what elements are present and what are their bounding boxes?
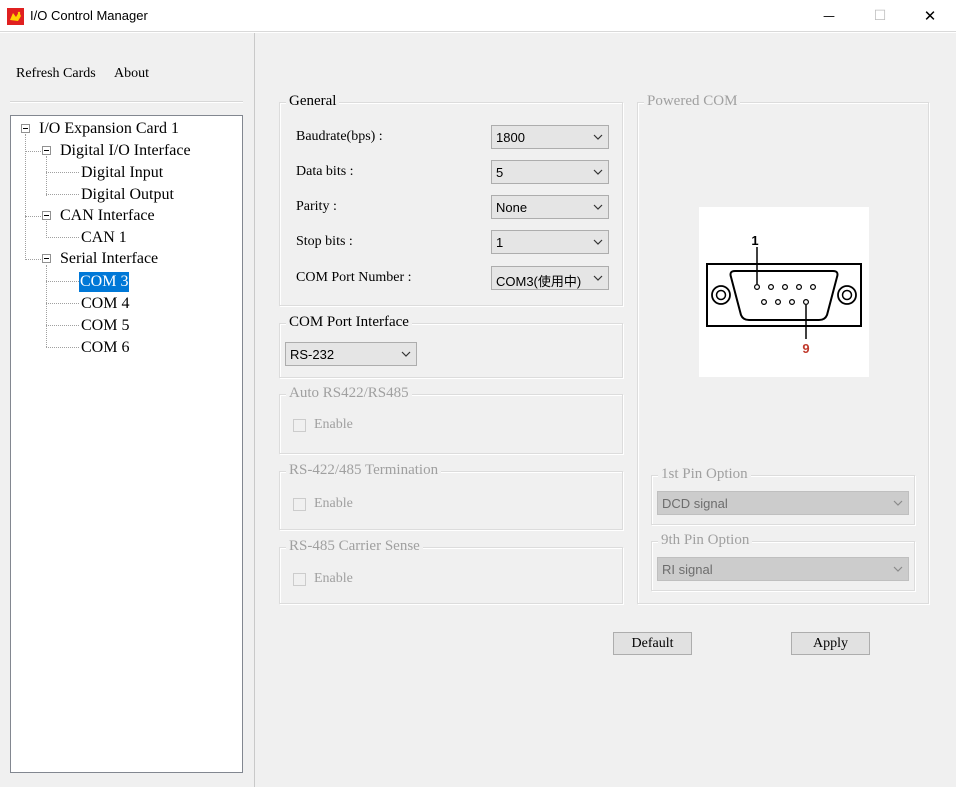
pin1-option-title: 1st Pin Option [658, 466, 751, 483]
auto-rs-enable-label: Enable [314, 417, 353, 432]
auto-rs-enable-checkbox[interactable]: Enable [293, 417, 353, 433]
checkbox-box[interactable] [293, 572, 306, 586]
tree-line [46, 194, 79, 195]
minimize-icon: — [823, 9, 835, 23]
maximize-button[interactable]: ☐ [856, 0, 904, 32]
baudrate-label: Baudrate(bps) : [296, 129, 383, 144]
tree-item-digital-output[interactable]: Digital Output [80, 185, 175, 205]
parity-label: Parity : [296, 199, 337, 214]
tree-line [25, 151, 41, 152]
tree-item-com6[interactable]: COM 6 [80, 338, 130, 358]
tree-line [25, 216, 41, 217]
comport-select[interactable]: COM3(使用中) [491, 266, 609, 290]
chevron-down-icon [593, 275, 603, 281]
tree-collapse-card-icon[interactable] [21, 124, 30, 133]
checkbox-box[interactable] [293, 418, 306, 432]
databits-value: 5 [496, 165, 504, 180]
tree-item-com3[interactable]: COM 3 [79, 272, 130, 292]
com-interface-value: RS-232 [290, 347, 335, 362]
pin9-option-select[interactable]: RI signal [657, 557, 909, 581]
tree-collapse-can-icon[interactable] [42, 211, 51, 220]
stopbits-label: Stop bits : [296, 234, 353, 249]
close-button[interactable]: ✕ [906, 0, 954, 32]
tree-item-io-expansion-card[interactable]: I/O Expansion Card 1 [38, 119, 180, 139]
device-tree[interactable]: I/O Expansion Card 1 Digital I/O Interfa… [10, 115, 243, 773]
tree-line [46, 303, 79, 304]
pin1-option-value: DCD signal [662, 496, 728, 511]
close-icon: ✕ [923, 7, 937, 25]
tree-line [25, 134, 26, 258]
stopbits-select[interactable]: 1 [491, 230, 609, 254]
comport-value: COM3(使用中) [496, 274, 582, 289]
powered-com-title: Powered COM [644, 93, 741, 110]
chevron-down-icon [401, 351, 411, 357]
parity-select[interactable]: None [491, 195, 609, 219]
maximize-icon: ☐ [873, 8, 887, 24]
tree-item-com4[interactable]: COM 4 [80, 294, 130, 314]
title-bar: I/O Control Manager — ☐ ✕ [0, 0, 956, 32]
chevron-down-icon [893, 566, 903, 572]
termination-enable-label: Enable [314, 496, 353, 511]
parity-value: None [496, 200, 528, 215]
stopbits-value: 1 [496, 235, 504, 250]
db9-connector-diagram: 1 9 [699, 207, 869, 377]
menu-separator [10, 101, 243, 103]
pin1-option-select[interactable]: DCD signal [657, 491, 909, 515]
tree-line [46, 156, 47, 196]
window-title: I/O Control Manager [30, 8, 148, 23]
tree-item-serial-interface[interactable]: Serial Interface [59, 249, 159, 269]
tree-line [25, 259, 41, 260]
pin1-label: 1 [751, 233, 758, 248]
apply-button[interactable]: Apply [791, 632, 870, 655]
chevron-down-icon [893, 500, 903, 506]
tree-item-com5[interactable]: COM 5 [80, 316, 130, 336]
auto-rs-title: Auto RS422/RS485 [286, 385, 412, 402]
minimize-button[interactable]: — [805, 0, 853, 32]
chevron-down-icon [593, 134, 603, 140]
comport-label: COM Port Number : [296, 270, 412, 285]
dragon-app-icon [7, 8, 24, 25]
chevron-down-icon [593, 239, 603, 245]
chevron-down-icon [593, 204, 603, 210]
about-menu[interactable]: About [114, 66, 149, 82]
carrier-enable-checkbox[interactable]: Enable [293, 571, 353, 587]
carrier-title: RS-485 Carrier Sense [286, 538, 423, 555]
left-panel: Refresh Cards About I/O Expansion Card 1… [0, 33, 255, 787]
pin9-label: 9 [802, 341, 809, 356]
tree-line [46, 281, 79, 282]
com-interface-select[interactable]: RS-232 [285, 342, 417, 366]
tree-line [46, 265, 47, 347]
tree-line [46, 221, 47, 238]
db9-connector-icon: 1 9 [706, 233, 862, 356]
tree-collapse-serial-icon[interactable] [42, 254, 51, 263]
baudrate-value: 1800 [496, 130, 525, 145]
tree-item-digital-io[interactable]: Digital I/O Interface [59, 141, 192, 161]
refresh-cards-menu[interactable]: Refresh Cards [16, 66, 96, 82]
tree-line [46, 325, 79, 326]
baudrate-select[interactable]: 1800 [491, 125, 609, 149]
tree-line [46, 172, 79, 173]
carrier-enable-label: Enable [314, 571, 353, 586]
pin9-option-title: 9th Pin Option [658, 532, 753, 549]
pin9-option-value: RI signal [662, 562, 713, 577]
general-group-title: General [286, 93, 340, 110]
tree-line [46, 347, 79, 348]
databits-select[interactable]: 5 [491, 160, 609, 184]
com-interface-title: COM Port Interface [286, 314, 412, 331]
tree-line [46, 237, 79, 238]
tree-item-can-1[interactable]: CAN 1 [80, 228, 128, 248]
default-button[interactable]: Default [613, 632, 692, 655]
checkbox-box[interactable] [293, 497, 306, 511]
databits-label: Data bits : [296, 164, 354, 179]
termination-enable-checkbox[interactable]: Enable [293, 496, 353, 512]
termination-title: RS-422/485 Termination [286, 462, 442, 479]
tree-item-can-interface[interactable]: CAN Interface [59, 206, 156, 226]
tree-item-digital-input[interactable]: Digital Input [80, 163, 164, 183]
chevron-down-icon [593, 169, 603, 175]
tree-collapse-digital-io-icon[interactable] [42, 146, 51, 155]
